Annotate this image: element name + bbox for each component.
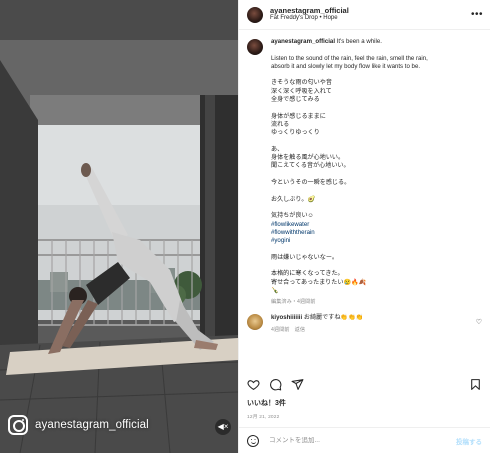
caption-line bbox=[271, 171, 482, 179]
comment-meta[interactable]: 4週間前 返信 bbox=[271, 327, 363, 334]
caption-line: 🍾 bbox=[271, 286, 279, 294]
reel-username: ayanestagram_official bbox=[35, 419, 149, 431]
caption-line: absorb it and slowly let my body flow li… bbox=[271, 62, 421, 70]
caption-line: 寄せ合ってあったまりたい😢🔥🍂 bbox=[271, 278, 367, 286]
post-header: ayanestagram_official Fat Freddy's Drop … bbox=[239, 0, 490, 30]
like-heart-icon[interactable] bbox=[247, 378, 260, 391]
caption-line bbox=[271, 104, 482, 112]
comment-body: kiyoshiiiiiii お綺麗ですね👏👏👏 4週間前 返信 bbox=[271, 314, 363, 334]
caption-line bbox=[271, 245, 482, 253]
caption-line: 深く深く呼吸を入れて bbox=[271, 87, 332, 95]
reel-username-overlay[interactable]: ayanestagram_official bbox=[8, 415, 149, 435]
instagram-icon bbox=[8, 415, 28, 435]
caption-lines: Listen to the sound of the rain, feel th… bbox=[271, 46, 482, 295]
caption-body: ayanestagram_official It's been a while.… bbox=[271, 38, 482, 306]
caption-line bbox=[271, 187, 482, 195]
caption-line: きそうな雨の匂いや音 bbox=[271, 79, 332, 87]
emoji-smiley-icon[interactable] bbox=[247, 434, 259, 447]
commenter-username[interactable]: kiyoshiiiiiii bbox=[271, 314, 302, 321]
caption-line: 本格的に寒くなってきた。 bbox=[271, 270, 344, 278]
more-options-icon[interactable]: ••• bbox=[471, 9, 483, 20]
comment: kiyoshiiiiiii お綺麗ですね👏👏👏 4週間前 返信 ♡ bbox=[247, 314, 482, 334]
speaker-muted-icon: ◀× bbox=[217, 422, 229, 431]
caption-line: Listen to the sound of the rain, feel th… bbox=[271, 54, 428, 62]
reel-video-frame bbox=[0, 0, 238, 453]
caption-line: 今というその一瞬を感じる。 bbox=[271, 179, 351, 187]
post-comment-button[interactable]: 投稿する bbox=[456, 436, 482, 446]
action-bar bbox=[247, 376, 482, 392]
post-date: 12月 21, 2022 bbox=[247, 415, 280, 420]
post-panel: ayanestagram_official Fat Freddy's Drop … bbox=[238, 0, 490, 453]
caption-line: 気持ちが良い☺ bbox=[271, 212, 314, 220]
caption-line bbox=[271, 138, 482, 146]
caption: ayanestagram_official It's been a while.… bbox=[247, 38, 482, 306]
caption-username[interactable]: ayanestagram_official bbox=[271, 38, 335, 45]
share-paper-plane-icon[interactable] bbox=[291, 378, 304, 391]
caption-line: あ、 bbox=[271, 145, 284, 153]
caption-line: 流れる bbox=[271, 120, 290, 128]
header-username[interactable]: ayanestagram_official bbox=[270, 6, 349, 16]
header-info: ayanestagram_official Fat Freddy's Drop … bbox=[270, 6, 349, 23]
audio-track[interactable]: Fat Freddy's Drop • Hope bbox=[270, 15, 349, 22]
avatar[interactable] bbox=[247, 6, 263, 23]
comment-like-heart-icon[interactable]: ♡ bbox=[476, 318, 482, 326]
hashtag-link[interactable]: #yogini bbox=[271, 237, 482, 245]
caption-text: It's been a while. bbox=[336, 38, 382, 45]
comments-scroll-area[interactable]: ayanestagram_official It's been a while.… bbox=[239, 38, 490, 340]
hashtag-link[interactable]: #flowwiththerain bbox=[271, 229, 482, 237]
caption-line: 聞こえてくる音が心地いい。 bbox=[271, 162, 350, 170]
reel-video[interactable]: ayanestagram_official ◀× bbox=[0, 0, 238, 453]
commenter-avatar[interactable] bbox=[247, 314, 263, 331]
caption-line: ゆっくりゆっくり bbox=[271, 129, 320, 137]
comment-text: お綺麗ですね👏👏👏 bbox=[303, 314, 364, 322]
caption-line bbox=[271, 204, 482, 212]
mute-button[interactable]: ◀× bbox=[215, 419, 231, 435]
caption-avatar[interactable] bbox=[247, 39, 263, 55]
comment-bubble-icon[interactable] bbox=[269, 378, 282, 391]
add-comment-bar: 投稿する bbox=[239, 427, 490, 453]
caption-line: 雨は嫌いじゃないなー。 bbox=[271, 253, 338, 261]
caption-line: 全身で感じてみる bbox=[271, 96, 320, 104]
likes-count[interactable]: いいね！3件 bbox=[247, 398, 286, 408]
caption-line bbox=[271, 46, 482, 54]
comment-input[interactable] bbox=[269, 437, 456, 444]
hashtag-link[interactable]: #flowlikewater bbox=[271, 221, 482, 229]
caption-meta: 編集済み・4週間前 bbox=[271, 299, 316, 306]
save-bookmark-icon[interactable] bbox=[469, 378, 482, 391]
caption-first-line: ayanestagram_official It's been a while. bbox=[271, 38, 482, 46]
caption-line: お久しぶり。🥑 bbox=[271, 195, 316, 203]
caption-line: 身体が感じるままに bbox=[271, 112, 326, 120]
